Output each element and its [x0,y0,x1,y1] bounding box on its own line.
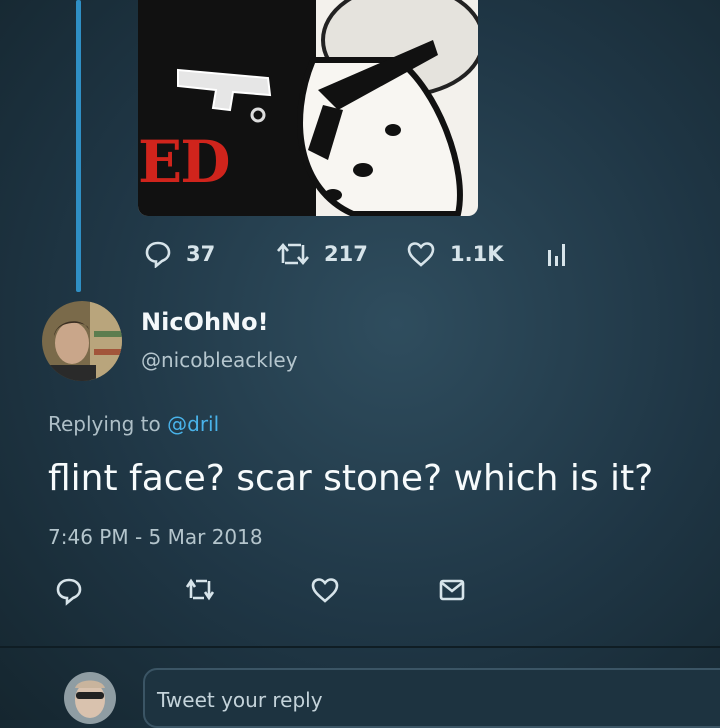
like-button[interactable] [310,576,340,608]
retweet-action[interactable]: 217 [276,241,406,267]
retweet-icon [277,242,309,266]
mail-icon [439,579,465,601]
section-divider [0,646,720,648]
display-name[interactable]: NicOhNo! [141,308,269,336]
retweet-icon [185,578,215,601]
reply-icon [56,578,82,606]
avatar-photo [42,301,122,381]
replying-to: Replying to @dril [48,412,219,436]
heart-icon [311,578,339,603]
like-count: 1.1K [450,242,504,266]
bar-chart-icon [548,244,565,266]
tweet-timestamp[interactable]: 7:46 PM - 5 Mar 2018 [48,525,263,549]
tweet-text: flint face? scar stone? which is it? [48,458,654,499]
speech-bubble-icon [145,241,171,268]
reply-tweet-actions [54,576,474,610]
current-user-avatar-photo [64,672,116,724]
current-user-avatar [64,672,116,724]
reply-placeholder: Tweet your reply [157,688,323,712]
cartoon-illustration [177,0,478,216]
retweet-count: 217 [324,242,368,266]
direct-message-button[interactable] [437,576,467,608]
retweet-button[interactable] [184,576,216,608]
avatar[interactable] [42,301,122,381]
replying-to-label: Replying to [48,412,161,436]
thread-line [76,0,81,292]
reply-composer[interactable]: Tweet your reply [143,668,720,728]
heart-icon [407,242,435,267]
reply-action[interactable]: 37 [144,240,276,268]
parent-tweet-media[interactable]: ED [138,0,478,216]
reply-count: 37 [186,242,216,266]
user-handle[interactable]: @nicobleackley [141,348,298,372]
parent-tweet-actions: 37 217 1.1K [144,240,584,268]
replying-to-mention[interactable]: @dril [167,412,219,436]
analytics-action[interactable] [546,240,584,268]
reply-button[interactable] [54,576,84,610]
like-action[interactable]: 1.1K [406,240,546,268]
